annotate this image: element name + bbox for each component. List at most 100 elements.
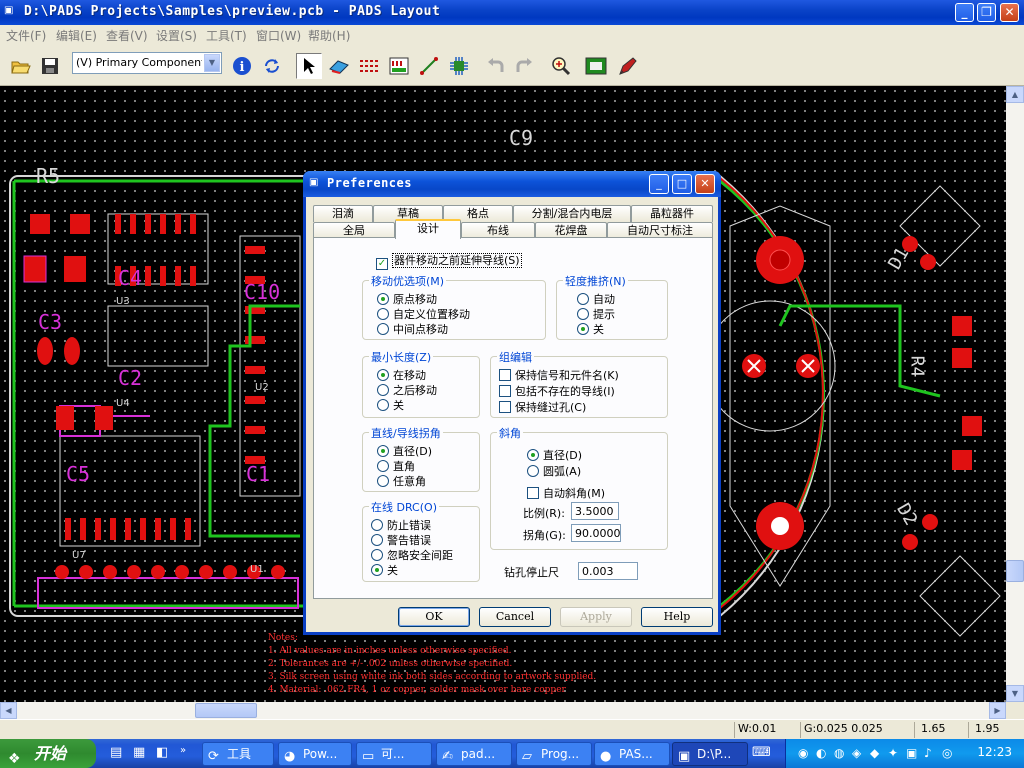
ref-label-c10[interactable]: C10 xyxy=(244,280,280,304)
zoom-icon[interactable] xyxy=(548,53,574,79)
via-icon[interactable] xyxy=(446,53,472,79)
3d-view-icon[interactable] xyxy=(326,53,352,79)
stretch-traces-checkbox[interactable]: ✓ 器件移动之前延伸导线(S) xyxy=(376,252,522,270)
dialog-minimize-button[interactable]: _ xyxy=(649,174,669,194)
drc-prevent-errors-radio[interactable]: 防止错误 xyxy=(371,517,431,533)
ref-label-u2[interactable]: U2 xyxy=(255,382,269,393)
taskbar-clock[interactable]: 12:23 xyxy=(977,745,1012,759)
tray-monitor-icon[interactable]: ▣ xyxy=(906,746,917,760)
redo-icon[interactable] xyxy=(511,53,537,79)
ref-label-c4[interactable]: C4 xyxy=(118,266,142,290)
menu-edit[interactable]: 编辑(E) xyxy=(56,27,97,44)
tab-design[interactable]: 设计 xyxy=(395,219,461,239)
ref-label-u4[interactable]: U4 xyxy=(116,398,130,409)
horizontal-scroll-thumb[interactable] xyxy=(195,703,257,718)
corner-orthogonal-radio[interactable]: 直角 xyxy=(377,458,415,474)
scroll-right-icon[interactable]: ▶ xyxy=(989,702,1006,719)
cancel-button[interactable]: Cancel xyxy=(479,607,551,627)
drc-warn-errors-radio[interactable]: 警告错误 xyxy=(371,532,431,548)
maximize-button[interactable]: ❐ xyxy=(977,3,996,22)
help-button[interactable]: Help xyxy=(641,607,713,627)
scroll-up-icon[interactable]: ▲ xyxy=(1006,86,1024,103)
menu-tools[interactable]: 工具(T) xyxy=(206,27,247,44)
tray-chat-icon[interactable]: ◐ xyxy=(816,746,826,760)
quicklaunch-explorer-icon[interactable]: ▦ xyxy=(133,745,151,763)
drc-off-radio[interactable]: 关 xyxy=(371,562,398,578)
miter-angle-input[interactable]: 90.0000 xyxy=(571,524,621,542)
tray-network-icon[interactable]: ◉ xyxy=(798,746,808,760)
board-icon[interactable] xyxy=(583,53,609,79)
apply-button[interactable]: Apply xyxy=(560,607,632,627)
ref-label-c9[interactable]: C9 xyxy=(509,126,533,150)
ref-label-c3[interactable]: C3 xyxy=(38,310,62,334)
quicklaunch-expand-icon[interactable]: » xyxy=(180,745,198,763)
ref-label-r5[interactable]: R5 xyxy=(36,164,60,188)
quicklaunch-media-icon[interactable]: ◧ xyxy=(156,745,174,763)
keep-signal-part-names-checkbox[interactable]: 保持信号和元件名(K) xyxy=(499,367,619,383)
task-pads[interactable]: ✍ pad... xyxy=(436,742,512,766)
pad-stack-icon[interactable] xyxy=(386,53,412,79)
scroll-left-icon[interactable]: ◀ xyxy=(0,702,17,719)
task-program-files[interactable]: ▱ Prog... xyxy=(516,742,592,766)
close-button[interactable]: ✕ xyxy=(1000,3,1019,22)
nudge-off-radio[interactable]: 关 xyxy=(577,321,604,337)
include-nonexistent-traces-checkbox[interactable]: 包括不存在的导线(I) xyxy=(499,383,615,399)
task-powerpoint[interactable]: ◕ Pow... xyxy=(278,742,352,766)
tray-app-icon[interactable]: ◈ xyxy=(852,746,861,760)
save-icon[interactable] xyxy=(37,53,63,79)
route-icon[interactable] xyxy=(356,53,382,79)
ref-label-u1[interactable]: U1 xyxy=(250,564,264,575)
drc-ignore-clearance-radio[interactable]: 忽略安全间距 xyxy=(371,547,453,563)
nudge-prompt-radio[interactable]: 提示 xyxy=(577,306,615,322)
tab-die-component[interactable]: 晶粒器件 xyxy=(631,205,713,222)
pen-icon[interactable] xyxy=(614,53,640,79)
move-by-custom-point-radio[interactable]: 自定义位置移动 xyxy=(377,306,470,322)
task-pads-layout[interactable]: ▣ D:\P... xyxy=(672,742,748,766)
menu-window[interactable]: 窗口(W) xyxy=(256,27,301,44)
select-arrow-icon[interactable] xyxy=(296,53,322,79)
menu-setup[interactable]: 设置(S) xyxy=(156,27,197,44)
window-titlebar[interactable]: ▣ D:\PADS Projects\Samples\preview.pcb -… xyxy=(0,0,1024,25)
tray-volume-icon[interactable]: ◍ xyxy=(834,746,844,760)
drill-oversize-input[interactable]: 0.003 xyxy=(578,562,638,580)
auto-miter-checkbox[interactable]: 自动斜角(M) xyxy=(527,485,605,501)
scroll-down-icon[interactable]: ▼ xyxy=(1006,685,1024,702)
tray-speaker-icon[interactable]: ♪ xyxy=(924,746,932,760)
keyboard-icon[interactable]: ⌨ xyxy=(752,745,771,763)
tab-split-mixed-plane[interactable]: 分割/混合内电层 xyxy=(513,205,631,222)
ref-label-c5[interactable]: C5 xyxy=(66,462,90,486)
miter-arc-radio[interactable]: 圆弧(A) xyxy=(527,463,581,479)
dialog-maximize-button[interactable]: □ xyxy=(672,174,692,194)
move-by-midpoint-radio[interactable]: 中间点移动 xyxy=(377,321,448,337)
corner-any-angle-radio[interactable]: 任意角 xyxy=(377,473,426,489)
tray-security-icon[interactable]: ◎ xyxy=(942,746,952,760)
task-tools[interactable]: ⟳ 工具 xyxy=(202,742,274,766)
menu-view[interactable]: 查看(V) xyxy=(106,27,148,44)
refresh-icon[interactable] xyxy=(259,53,285,79)
info-icon[interactable]: i xyxy=(229,53,255,79)
move-by-origin-radio[interactable]: 原点移动 xyxy=(377,291,437,307)
ref-label-r4[interactable]: R4 xyxy=(906,356,927,378)
ref-label-c2[interactable]: C2 xyxy=(118,366,142,390)
miter-ratio-input[interactable]: 3.5000 xyxy=(571,502,619,520)
dialog-titlebar[interactable]: ▣ Preferences _ □ ✕ xyxy=(303,171,721,197)
min-length-after-move-radio[interactable]: 之后移动 xyxy=(377,382,437,398)
undo-icon[interactable] xyxy=(483,53,509,79)
ok-button[interactable]: OK xyxy=(398,607,470,627)
ref-label-u7[interactable]: U7 xyxy=(72,550,86,561)
vertical-scroll-thumb[interactable] xyxy=(1006,560,1024,582)
dialog-close-button[interactable]: ✕ xyxy=(695,174,715,194)
menu-help[interactable]: 帮助(H) xyxy=(308,27,350,44)
min-length-during-move-radio[interactable]: 在移动 xyxy=(377,367,426,383)
task-removable[interactable]: ▭ 可... xyxy=(356,742,432,766)
start-button[interactable]: ❖ 开始 xyxy=(0,739,96,768)
tab-teardrop[interactable]: 泪滴 xyxy=(313,205,373,222)
vertical-scrollbar[interactable]: ▲ ▼ xyxy=(1006,86,1024,702)
keep-stitching-vias-checkbox[interactable]: 保持缝过孔(C) xyxy=(499,399,586,415)
chevron-down-icon[interactable]: ▼ xyxy=(204,54,220,72)
ref-label-u3[interactable]: U3 xyxy=(116,296,130,307)
task-pads-logic[interactable]: ● PAS... xyxy=(594,742,670,766)
open-folder-icon[interactable] xyxy=(8,53,34,79)
miter-diagonal-radio[interactable]: 直径(D) xyxy=(527,447,582,463)
line-icon[interactable] xyxy=(416,53,442,79)
